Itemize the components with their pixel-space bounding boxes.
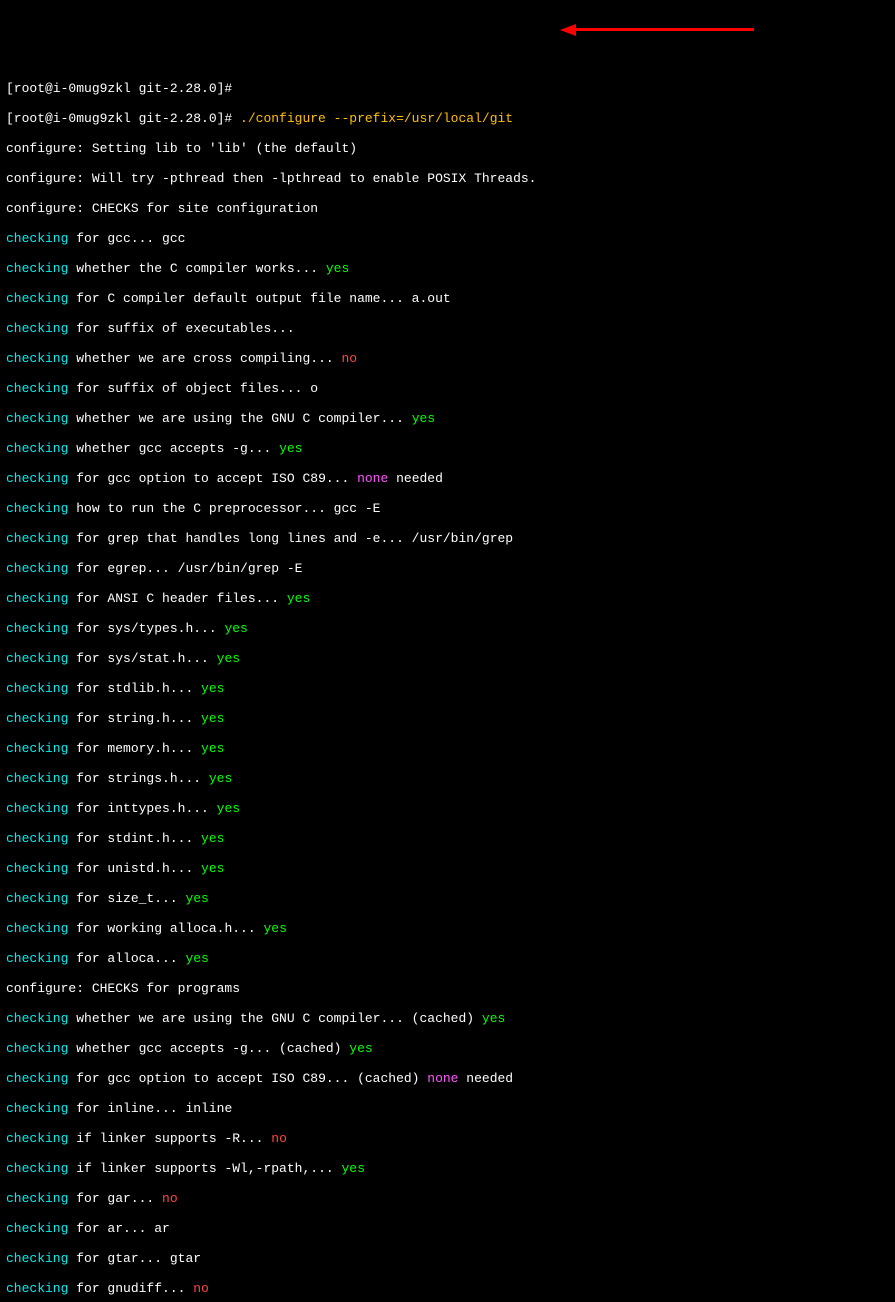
checking-label: checking [6,531,68,546]
shell-prompt: [root@i-0mug9zkl git-2.28.0]# [6,81,232,96]
checking-label: checking [6,381,68,396]
checking-label: checking [6,1161,68,1176]
output-line: configure: Setting lib to 'lib' (the def… [6,141,889,156]
checking-label: checking [6,1251,68,1266]
checking-label: checking [6,231,68,246]
checking-label: checking [6,1071,68,1086]
checking-label: checking [6,951,68,966]
result-no: no [271,1131,287,1146]
checking-label: checking [6,1011,68,1026]
terminal-output: [root@i-0mug9zkl git-2.28.0]# [root@i-0m… [6,66,889,1302]
result-yes: yes [201,711,224,726]
result-no: no [341,351,357,366]
checking-label: checking [6,441,68,456]
checking-label: checking [6,471,68,486]
checking-label: checking [6,1101,68,1116]
checking-label: checking [6,351,68,366]
checking-label: checking [6,891,68,906]
result-yes: yes [482,1011,505,1026]
result-yes: yes [201,741,224,756]
checking-label: checking [6,651,68,666]
result-yes: yes [209,771,232,786]
annotation-arrow-icon [560,24,576,69]
checking-label: checking [6,561,68,576]
checking-label: checking [6,411,68,426]
result-none: none [357,471,388,486]
checking-label: checking [6,321,68,336]
checking-label: checking [6,801,68,816]
checking-label: checking [6,261,68,276]
command-text: ./configure --prefix=/usr/local/git [240,111,513,126]
checking-label: checking [6,1191,68,1206]
result-yes: yes [185,951,208,966]
result-yes: yes [217,801,240,816]
result-yes: yes [224,621,247,636]
result-no: no [162,1191,178,1206]
checking-label: checking [6,501,68,516]
result-yes: yes [185,891,208,906]
checking-label: checking [6,771,68,786]
shell-prompt: [root@i-0mug9zkl git-2.28.0]# [6,111,240,126]
checking-label: checking [6,681,68,696]
checking-label: checking [6,1221,68,1236]
checking-label: checking [6,291,68,306]
output-line: configure: CHECKS for site configuration [6,201,889,216]
result-yes: yes [349,1041,372,1056]
result-none: none [427,1071,458,1086]
checking-label: checking [6,831,68,846]
checking-label: checking [6,1041,68,1056]
checking-label: checking [6,621,68,636]
result-no: no [193,1281,209,1296]
result-yes: yes [287,591,310,606]
output-line: configure: Will try -pthread then -lpthr… [6,171,889,186]
output-line: configure: CHECKS for programs [6,981,889,996]
result-yes: yes [412,411,435,426]
checking-label: checking [6,591,68,606]
result-yes: yes [341,1161,364,1176]
checking-label: checking [6,711,68,726]
checking-label: checking [6,861,68,876]
checking-label: checking [6,1131,68,1146]
checking-label: checking [6,741,68,756]
result-yes: yes [201,681,224,696]
result-yes: yes [201,861,224,876]
checking-label: checking [6,1281,68,1296]
checking-label: checking [6,921,68,936]
result-yes: yes [217,651,240,666]
result-yes: yes [279,441,302,456]
result-yes: yes [326,261,349,276]
result-yes: yes [201,831,224,846]
result-yes: yes [263,921,286,936]
